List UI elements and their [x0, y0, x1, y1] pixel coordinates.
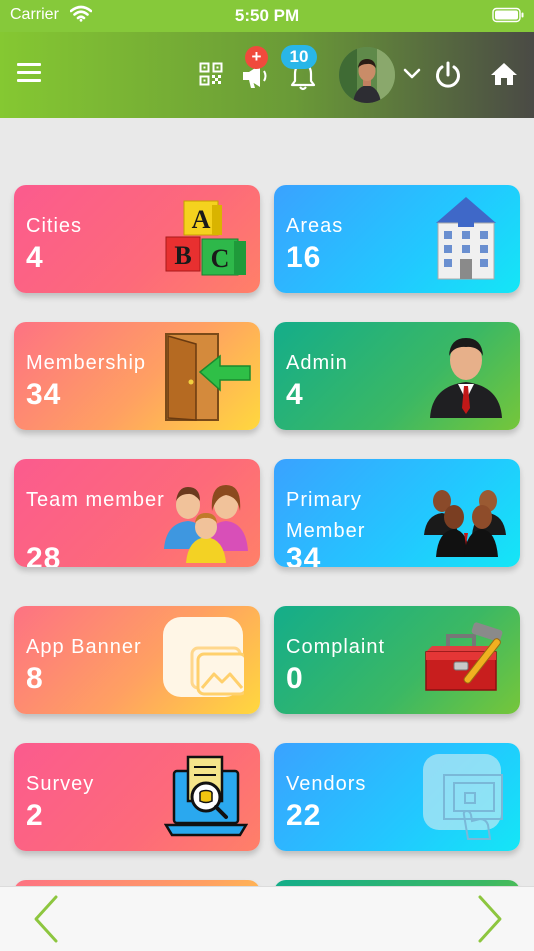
card-label: Admin [286, 352, 348, 374]
card-survey[interactable]: Survey 2 [14, 743, 260, 851]
svg-text:C: C [211, 244, 230, 273]
card-cities[interactable]: Cities 4 A B C [14, 185, 260, 293]
home-icon[interactable] [490, 61, 518, 87]
card-team-member[interactable]: Team member 28 [14, 459, 260, 567]
app-header: + 10 [0, 32, 534, 118]
menu-icon[interactable] [17, 63, 41, 83]
card-vendors[interactable]: Vendors 22 [274, 743, 520, 851]
card-admin[interactable]: Admin 4 [274, 322, 520, 430]
card-label: Membership [26, 352, 147, 374]
card-label: Team member [26, 489, 165, 511]
battery-icon [492, 7, 524, 23]
card-value: 34 [26, 378, 62, 411]
card-value: 28 [26, 542, 62, 567]
building-icon [436, 197, 496, 280]
qr-code-icon[interactable] [199, 62, 223, 86]
door-enter-icon [165, 333, 251, 421]
card-complaint[interactable]: Complaint 0 [274, 606, 520, 714]
card-label: Complaint [286, 636, 386, 658]
status-bar: Carrier 5:50 PM [0, 0, 534, 32]
survey-laptop-icon [164, 755, 248, 837]
avatar[interactable] [339, 47, 395, 103]
group-icon [424, 490, 506, 557]
abc-blocks-icon: A B C [165, 200, 246, 276]
card-value: 2 [26, 799, 44, 832]
announcement-badge: + [245, 46, 268, 69]
toolbox-icon [425, 622, 503, 691]
card-label: Survey [26, 773, 95, 795]
chevron-down-icon[interactable] [403, 68, 421, 80]
card-app-banner[interactable]: App Banner 8 [14, 606, 260, 714]
dashboard-grid: Cities 4 A B C Areas 16 Membership 34 Ad… [0, 118, 534, 886]
card-value: 0 [286, 662, 304, 695]
clock: 5:50 PM [234, 6, 300, 25]
card-value: 4 [286, 378, 304, 411]
card-areas[interactable]: Areas 16 [274, 185, 520, 293]
card-value: 34 [286, 542, 322, 567]
businessman-icon [430, 338, 502, 418]
notification-badge: 10 [281, 45, 317, 69]
card-label: Vendors [286, 773, 367, 795]
touch-gesture-icon [423, 754, 503, 840]
card-membership[interactable]: Membership 34 [14, 322, 260, 430]
card-label: App Banner [26, 636, 142, 658]
chevron-right-icon[interactable] [474, 893, 506, 945]
chevron-left-icon[interactable] [30, 893, 62, 945]
card-value: 16 [286, 241, 322, 274]
card-label: Areas [286, 215, 344, 237]
card-value: 22 [286, 799, 322, 832]
svg-text:B: B [174, 241, 191, 270]
power-icon[interactable] [434, 60, 462, 90]
family-icon [164, 485, 248, 563]
card-value: 4 [26, 241, 44, 274]
card-value: 8 [26, 662, 44, 695]
bottom-pager [0, 886, 534, 951]
card-primary-member[interactable]: Primary Member 34 [274, 459, 520, 567]
card-label: Cities [26, 215, 83, 237]
svg-text:A: A [192, 205, 211, 234]
image-gallery-icon [163, 617, 244, 697]
card-label: Primary Member [286, 489, 366, 542]
